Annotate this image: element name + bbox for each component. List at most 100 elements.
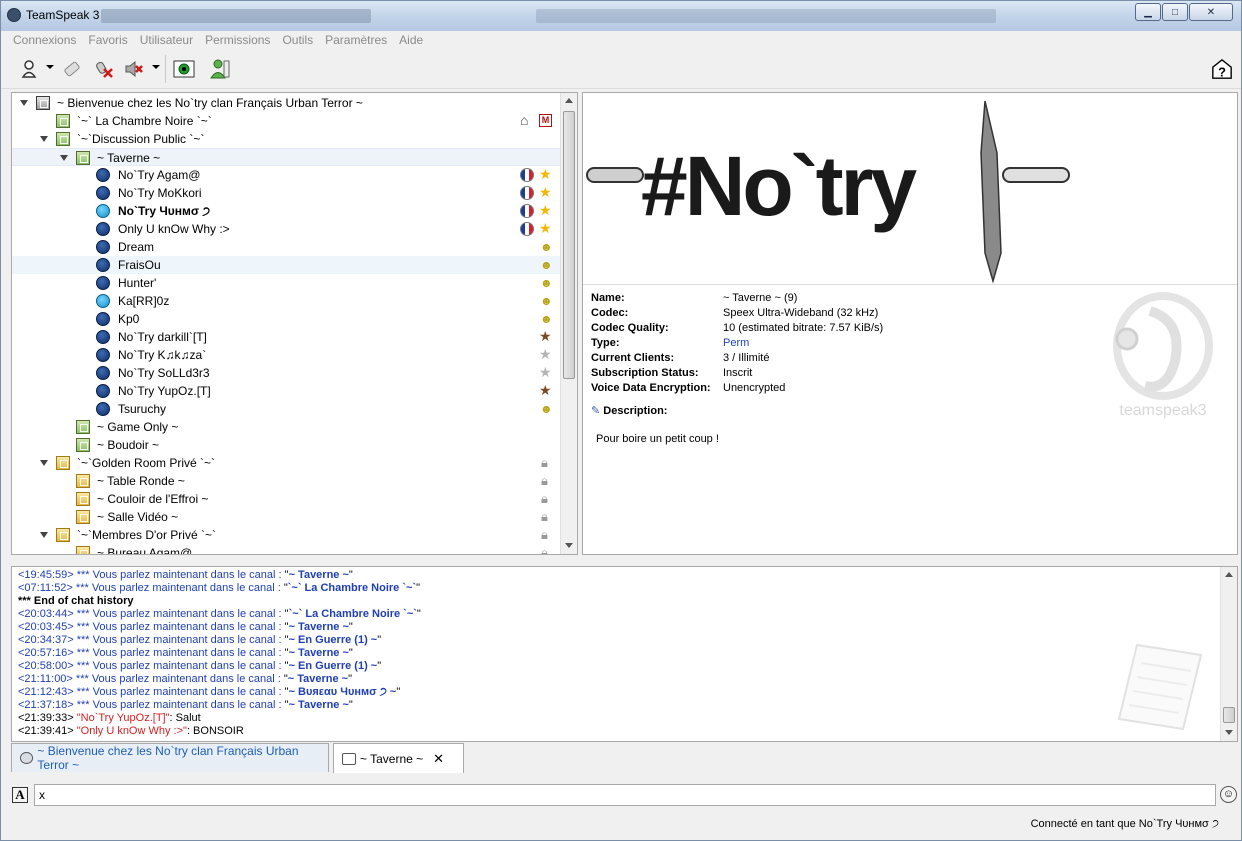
menu-outils[interactable]: Outils bbox=[276, 31, 319, 49]
minimize-icon[interactable]: ▁ bbox=[1135, 3, 1161, 21]
close-icon[interactable]: ✕ bbox=[1189, 3, 1233, 21]
maximize-icon[interactable]: □ bbox=[1162, 3, 1188, 21]
chat-message: <21:39:41> "Only U knOw Why :>": BONSOIR bbox=[18, 725, 244, 737]
away-icon[interactable] bbox=[173, 57, 195, 81]
silver-star-icon: ★ bbox=[539, 346, 552, 362]
tree-user-row[interactable]: No`Try MoKkori ★ bbox=[12, 184, 560, 202]
user-status-icon bbox=[96, 168, 110, 182]
tree-user-row[interactable]: No`Try SoLLd3r3 ★ bbox=[12, 364, 560, 382]
menu-parametres[interactable]: Paramètres bbox=[319, 31, 393, 49]
tree-user-row[interactable]: No`Try darkill`[T] ★ bbox=[12, 328, 560, 346]
menu-utilisateur[interactable]: Utilisateur bbox=[134, 31, 199, 49]
user-label: FraisOu bbox=[118, 258, 161, 272]
menu-favoris[interactable]: Favoris bbox=[82, 31, 133, 49]
prop-key: Codec Quality: bbox=[591, 322, 669, 334]
chat-input-row: A ☺ bbox=[11, 782, 1238, 808]
user-status-icon bbox=[96, 240, 110, 254]
tree-channel-row[interactable]: ~ Table Ronde ~ 🔒︎ bbox=[12, 472, 560, 490]
lock-icon: 🔒︎ bbox=[541, 545, 548, 555]
tree-channel-row[interactable]: ~ Couloir de l'Effroi ~ 🔒︎ bbox=[12, 490, 560, 508]
notepad-watermark-icon bbox=[1117, 643, 1203, 731]
tree-user-row[interactable]: Hunter' ☻ bbox=[12, 274, 560, 292]
chat-nick-link[interactable]: "Only U knOw Why :>" bbox=[77, 725, 187, 737]
tree-user-row[interactable]: Only U knOw Why :> ★ bbox=[12, 220, 560, 238]
chat-nick-link[interactable]: "No`Try YupOz.[T]" bbox=[77, 712, 170, 724]
menu-aide[interactable]: Aide bbox=[393, 31, 429, 49]
mute-mic-icon[interactable] bbox=[93, 57, 115, 81]
tree-user-row[interactable]: Ka[RR]0z ☻ bbox=[12, 292, 560, 310]
channel-label: ~ Boudoir ~ bbox=[97, 438, 160, 452]
tree-channel-row[interactable]: ~ Boudoir ~ bbox=[12, 436, 560, 454]
connect-dropdown-icon[interactable] bbox=[46, 65, 54, 69]
user-label-self: No`Try Чυнмσ ੭ bbox=[118, 204, 211, 218]
disconnect-icon[interactable] bbox=[61, 57, 83, 81]
scroll-up-icon[interactable] bbox=[565, 98, 573, 103]
collapse-arrow-icon[interactable] bbox=[40, 532, 48, 538]
tree-channel-row[interactable]: ~ Game Only ~ bbox=[12, 418, 560, 436]
chat-line: <07:11:52> *** Vous parlez maintenant da… bbox=[18, 582, 421, 594]
emoticon-icon[interactable]: ☺ bbox=[1220, 786, 1237, 803]
user-label: Only U knOw Why :> bbox=[118, 222, 230, 236]
tree-user-row[interactable]: No`Try K♫k♫za` ★ bbox=[12, 346, 560, 364]
user-status-icon bbox=[96, 312, 110, 326]
tree-server-row[interactable]: ~ Bienvenue chez les No`try clan Françai… bbox=[12, 94, 560, 112]
tab-channel[interactable]: ~ Taverne ~ ✕ bbox=[333, 743, 464, 773]
tree-channel-row[interactable]: ~ Bureau Agam@ 🔒︎ bbox=[12, 544, 560, 555]
contact-icon[interactable] bbox=[209, 57, 231, 81]
chat-line: <21:12:43> *** Vous parlez maintenant da… bbox=[18, 686, 401, 698]
tree-channel-row[interactable]: `~`Membres D'or Privé `~` 🔒︎ bbox=[12, 526, 560, 544]
chat-scrollbar[interactable] bbox=[1220, 567, 1237, 741]
title-bar-background-art bbox=[101, 9, 371, 23]
scroll-thumb[interactable] bbox=[1223, 707, 1235, 723]
prop-value-link[interactable]: Perm bbox=[723, 337, 749, 349]
tree-user-row[interactable]: No`Try Agam@ ★ bbox=[12, 166, 560, 184]
connect-icon[interactable] bbox=[19, 57, 41, 81]
user-status-icon bbox=[96, 222, 110, 236]
tree-channel-row[interactable]: `~` La Chambre Noire `~` ⌂ M bbox=[12, 112, 560, 130]
tree-channel-row-selected[interactable]: ~ Taverne ~ bbox=[12, 148, 560, 166]
user-status-icon bbox=[96, 384, 110, 398]
scroll-thumb[interactable] bbox=[563, 111, 575, 379]
tree-user-row[interactable]: Kp0 ☻ bbox=[12, 310, 560, 328]
guest-grin-icon: ☻ bbox=[540, 312, 553, 326]
menu-permissions[interactable]: Permissions bbox=[199, 31, 276, 49]
close-tab-icon[interactable]: ✕ bbox=[433, 751, 444, 767]
silver-star-icon: ★ bbox=[539, 364, 552, 380]
user-label: Dream bbox=[118, 240, 155, 254]
menu-connexions[interactable]: Connexions bbox=[7, 31, 82, 49]
gold-star-icon: ★ bbox=[539, 202, 552, 218]
channel-label: `~`Discussion Public `~` bbox=[77, 132, 205, 146]
prop-key: Subscription Status: bbox=[591, 367, 699, 379]
collapse-arrow-icon[interactable] bbox=[40, 136, 48, 142]
tree-channel-row[interactable]: `~`Golden Room Privé `~` 🔒︎ bbox=[12, 454, 560, 472]
help-icon[interactable]: ? bbox=[1211, 57, 1233, 81]
tab-label: ~ Taverne ~ bbox=[360, 751, 424, 766]
chat-log: <19:45:59> *** Vous parlez maintenant da… bbox=[11, 566, 1238, 742]
tab-server[interactable]: ~ Bienvenue chez les No`try clan Françai… bbox=[11, 743, 329, 772]
scroll-up-icon[interactable] bbox=[1225, 572, 1233, 577]
tree-scrollbar[interactable] bbox=[560, 93, 577, 554]
scroll-down-icon[interactable] bbox=[1225, 730, 1233, 735]
tree-channel-row[interactable]: `~`Discussion Public `~` bbox=[12, 130, 560, 148]
tree-user-row-hover[interactable]: FraisOu ☻ bbox=[12, 256, 560, 274]
tree-user-row[interactable]: Tsuruchy ☻ bbox=[12, 400, 560, 418]
collapse-arrow-icon[interactable] bbox=[60, 155, 68, 161]
user-label: No`Try Agam@ bbox=[118, 168, 201, 182]
tree-user-row[interactable]: No`Try Чυнмσ ੭ ★ bbox=[12, 202, 560, 220]
mute-speaker-icon[interactable] bbox=[123, 57, 145, 81]
private-channel-icon bbox=[56, 528, 70, 542]
server-tab-icon bbox=[20, 752, 34, 764]
tree-user-row[interactable]: No`Try YupOz.[T] ★ bbox=[12, 382, 560, 400]
collapse-arrow-icon[interactable] bbox=[20, 100, 28, 106]
tree-channel-row[interactable]: ~ Salle Vidéo ~ 🔒︎ bbox=[12, 508, 560, 526]
chat-line: <20:03:44> *** Vous parlez maintenant da… bbox=[18, 608, 421, 620]
text-format-icon[interactable]: A bbox=[12, 787, 28, 803]
chat-input[interactable] bbox=[34, 784, 1216, 806]
scroll-down-icon[interactable] bbox=[565, 543, 573, 548]
tree-user-row[interactable]: Dream ☻ bbox=[12, 238, 560, 256]
server-label: ~ Bienvenue chez les No`try clan Françai… bbox=[57, 96, 363, 110]
channel-icon bbox=[76, 151, 90, 165]
prop-key: Name: bbox=[591, 292, 625, 304]
speaker-dropdown-icon[interactable] bbox=[152, 65, 160, 69]
collapse-arrow-icon[interactable] bbox=[40, 460, 48, 466]
